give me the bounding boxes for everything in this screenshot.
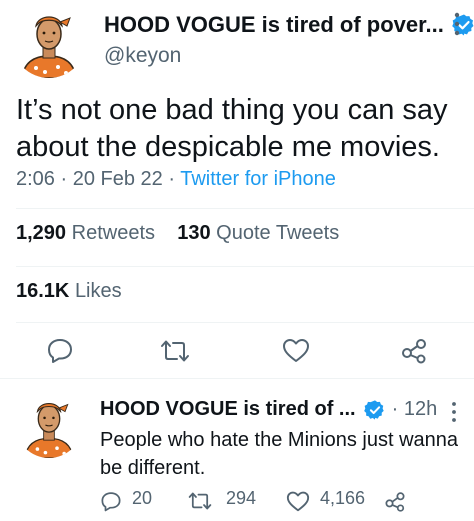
reply-count: 20 bbox=[132, 488, 153, 508]
tweet-time[interactable]: 2:06 bbox=[16, 168, 55, 190]
share-button[interactable] bbox=[400, 336, 428, 364]
reply-reply-button[interactable] bbox=[100, 490, 122, 517]
reply-tweet[interactable]: HOOD VOGUE is tired of ... · 12h People … bbox=[0, 386, 474, 521]
likes-label: Likes bbox=[74, 280, 122, 302]
retweet-button[interactable] bbox=[160, 338, 190, 364]
likes-stats: 16.1K Likes bbox=[16, 280, 122, 303]
reply-icon bbox=[48, 339, 72, 363]
retweets-label: Retweets bbox=[71, 222, 155, 244]
retweets-count: 1,290 bbox=[16, 222, 67, 244]
likes-count: 16.1K bbox=[16, 280, 70, 302]
more-icon[interactable] bbox=[450, 400, 458, 424]
retweets-stat[interactable]: 1,290 Retweets bbox=[16, 222, 155, 244]
reply-time-value: 12h bbox=[403, 398, 438, 420]
tweet-text: It’s not one bad thing you can say about… bbox=[16, 94, 448, 163]
divider bbox=[0, 378, 474, 379]
divider bbox=[16, 208, 474, 209]
meta-separator: · bbox=[60, 168, 68, 190]
meta-separator: · bbox=[168, 168, 176, 190]
divider bbox=[16, 322, 474, 323]
quotes-count: 130 bbox=[177, 222, 211, 244]
reply-like-count: 4,166 bbox=[320, 488, 366, 508]
quotes-stat[interactable]: 130 Quote Tweets bbox=[177, 222, 339, 244]
retweet-stats: 1,290 Retweets 130 Quote Tweets bbox=[16, 222, 339, 245]
meta-separator: · bbox=[391, 398, 399, 420]
reply-display-name[interactable]: HOOD VOGUE is tired of ... bbox=[100, 398, 356, 421]
retweet-icon bbox=[188, 490, 212, 512]
tweet-header: HOOD VOGUE is tired of pover... @keyon bbox=[0, 0, 474, 80]
reply-time[interactable]: · 12h bbox=[392, 398, 438, 421]
reply-share-button[interactable] bbox=[384, 490, 406, 517]
reply-author-row: HOOD VOGUE is tired of ... · 12h bbox=[100, 398, 437, 421]
reply-retweet-button[interactable] bbox=[188, 490, 212, 517]
tweet-meta: 2:06 · 20 Feb 22 · Twitter for iPhone bbox=[16, 168, 336, 191]
handle[interactable]: @keyon bbox=[104, 44, 181, 68]
retweet-icon bbox=[161, 340, 189, 362]
reply-icon bbox=[100, 490, 122, 512]
avatar-illustration bbox=[24, 403, 74, 458]
like-button[interactable] bbox=[282, 337, 310, 363]
share-icon bbox=[402, 339, 426, 364]
reply-button[interactable] bbox=[46, 336, 74, 364]
share-icon bbox=[384, 490, 406, 512]
avatar-illustration bbox=[21, 16, 77, 78]
avatar[interactable] bbox=[16, 392, 82, 458]
like-icon bbox=[283, 339, 309, 362]
verified-icon bbox=[363, 399, 386, 421]
tweet-source[interactable]: Twitter for iPhone bbox=[180, 168, 336, 190]
more-icon[interactable] bbox=[452, 10, 462, 38]
like-icon bbox=[286, 490, 310, 512]
author-name-row[interactable]: HOOD VOGUE is tired of pover... bbox=[104, 12, 474, 38]
divider bbox=[16, 266, 474, 267]
avatar[interactable] bbox=[12, 4, 86, 78]
reply-like-button[interactable] bbox=[286, 490, 310, 517]
display-name[interactable]: HOOD VOGUE is tired of pover... bbox=[104, 12, 444, 38]
tweet-date[interactable]: 20 Feb 22 bbox=[73, 168, 163, 190]
reply-retweet-count: 294 bbox=[226, 488, 257, 508]
likes-stat[interactable]: 16.1K Likes bbox=[16, 280, 122, 302]
quotes-label: Quote Tweets bbox=[216, 222, 340, 244]
reply-text: People who hate the Minions just wanna b… bbox=[100, 429, 459, 479]
